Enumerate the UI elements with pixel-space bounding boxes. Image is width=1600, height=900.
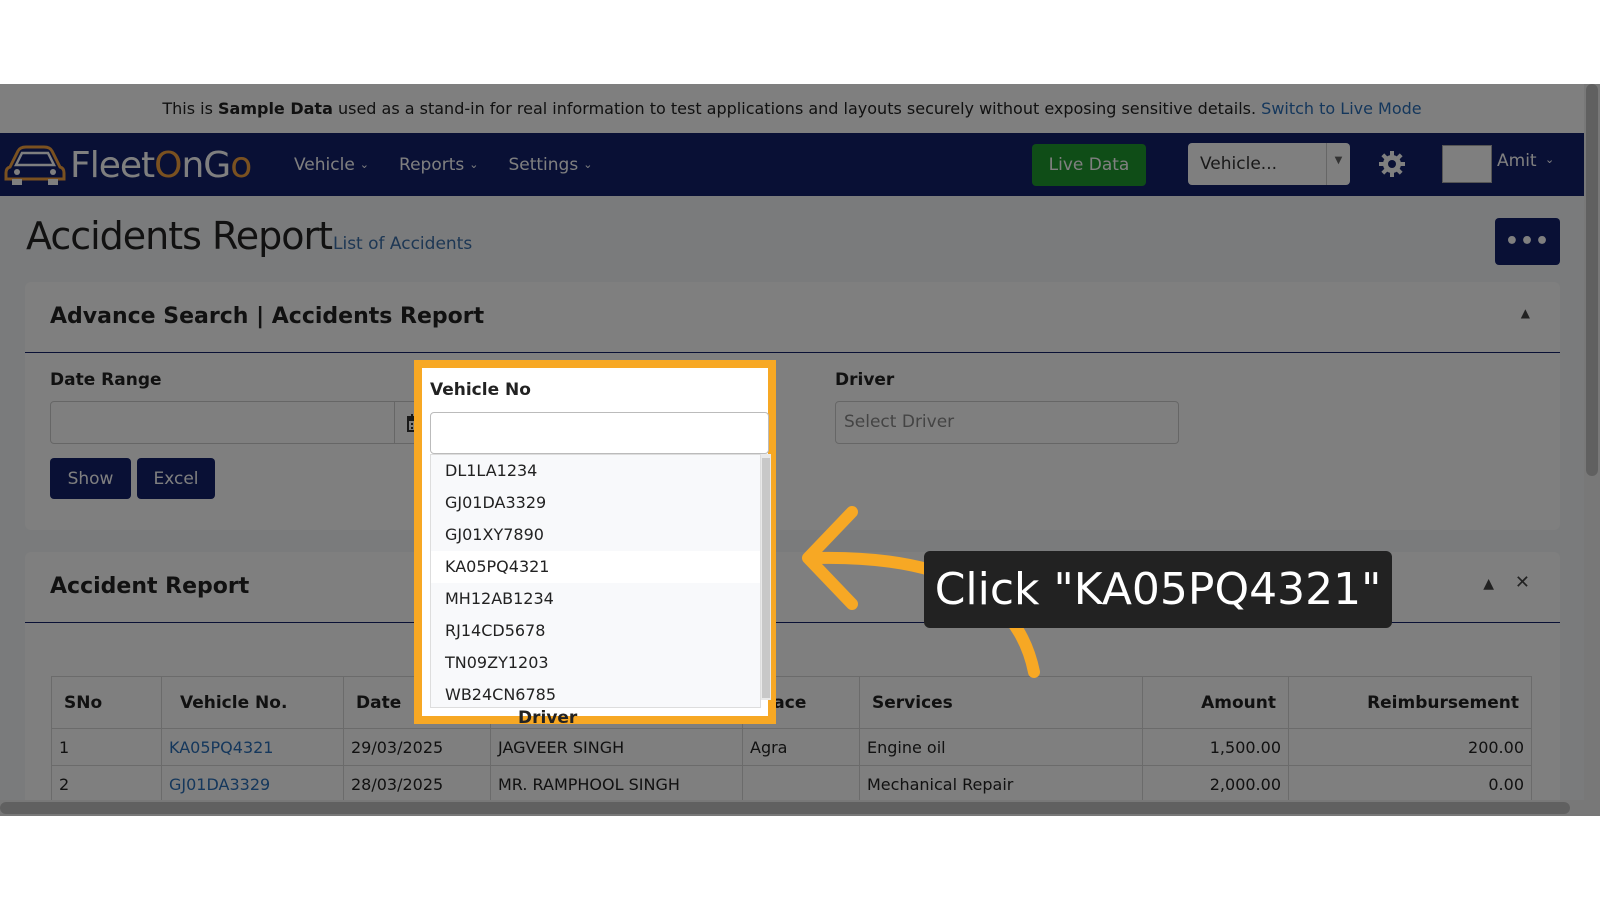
pointer-arrow-icon (802, 506, 1040, 678)
instruction-callout: Click "KA05PQ4321" (924, 551, 1392, 628)
app-frame: This is Sample Data used as a stand-in f… (0, 84, 1600, 816)
